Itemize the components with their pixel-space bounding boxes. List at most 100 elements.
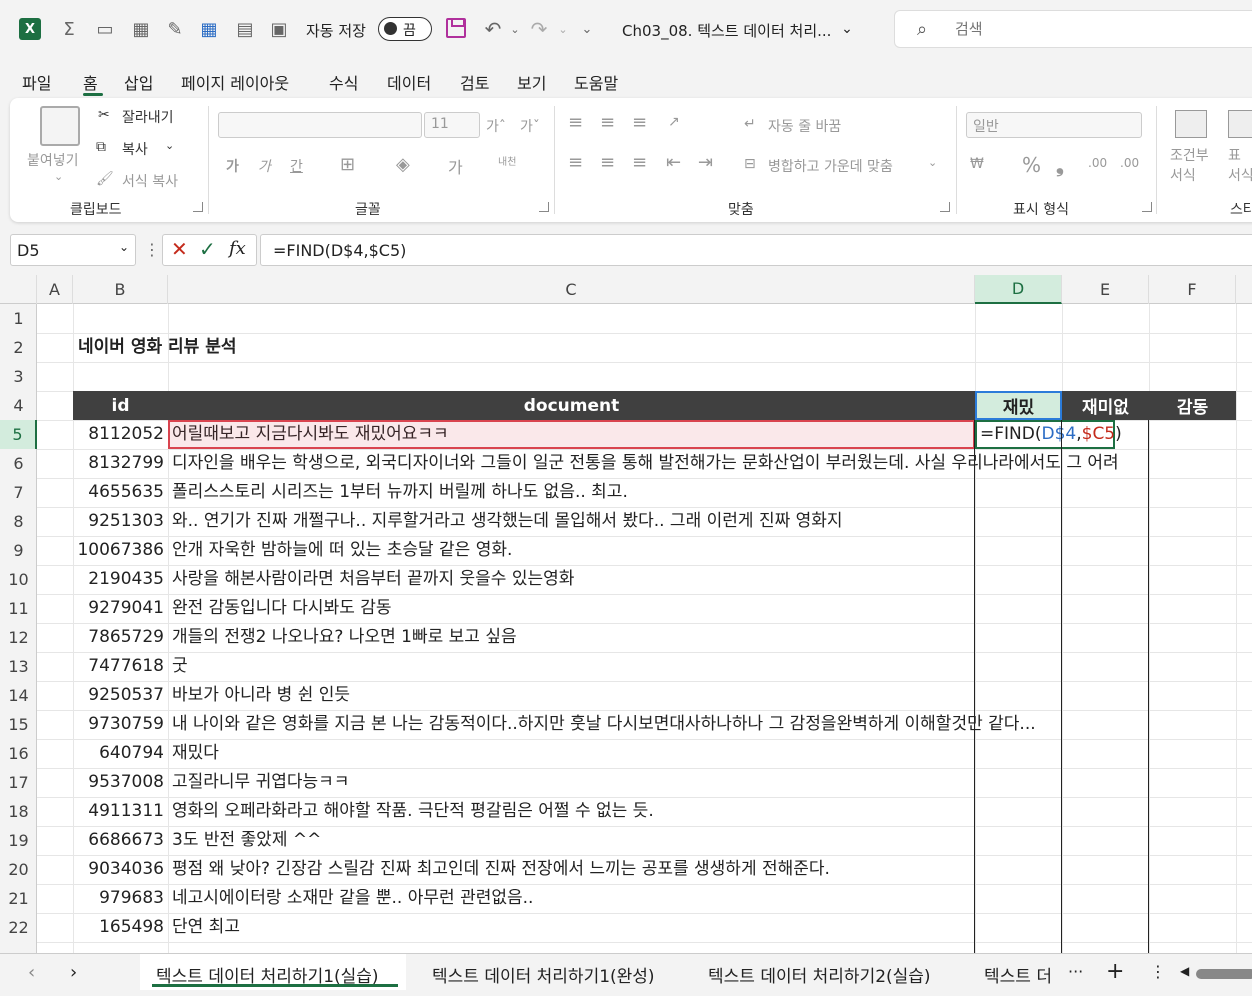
copy-label[interactable]: 복사 [122, 139, 148, 159]
table-icon[interactable]: ▦ [198, 18, 220, 40]
merge-label[interactable]: 병합하고 가운데 맞춤 [768, 156, 893, 176]
autosum-icon[interactable]: Σ [58, 18, 80, 40]
header-touching[interactable]: 감동 [1149, 391, 1236, 420]
row-header[interactable]: 7 [0, 478, 37, 507]
cell-id[interactable]: 640794 [73, 739, 164, 768]
font-launcher-icon[interactable] [539, 202, 549, 212]
cell-id[interactable]: 9251303 [73, 507, 164, 536]
row-header[interactable]: 19 [0, 826, 37, 855]
row-header[interactable]: 22 [0, 913, 37, 942]
row-header[interactable]: 15 [0, 710, 37, 739]
italic-button[interactable]: 가 [258, 156, 271, 176]
header-not-fun[interactable]: 재미없 [1062, 391, 1149, 420]
column-header-b[interactable]: B [73, 275, 168, 304]
fill-color-icon[interactable]: ◈ [396, 154, 410, 175]
prev-sheet-icon[interactable]: ‹ [28, 962, 35, 983]
cell-id[interactable]: 8112052 [73, 420, 164, 449]
cell-id[interactable]: 4655635 [73, 478, 164, 507]
row-header[interactable]: 20 [0, 855, 37, 884]
alignment-launcher-icon[interactable] [940, 202, 950, 212]
grid-icon[interactable]: ▤ [234, 18, 256, 40]
cell-id[interactable]: 10067386 [73, 536, 164, 565]
row-header[interactable]: 5 [0, 420, 37, 449]
formula-icon[interactable]: ▭ [94, 18, 116, 40]
formula-input[interactable]: =FIND(D$4,$C5) [260, 234, 1252, 266]
cell-document[interactable]: 고질라니무 귀엽다능ㅋㅋ [172, 768, 349, 797]
cancel-icon[interactable]: ✕ [171, 237, 188, 261]
cut-label[interactable]: 잘라내기 [122, 107, 174, 127]
cell-document[interactable]: 내 나이와 같은 영화를 지금 본 나는 감동적이다..하지만 훗날 다시보면대… [172, 710, 1036, 739]
cell-document[interactable]: 네고시에이터랑 소재만 같을 뿐.. 아무런 관련없음.. [172, 884, 533, 913]
comma-style-icon[interactable]: ❟ [1056, 153, 1064, 177]
cut-icon[interactable]: ✂ [98, 107, 110, 123]
row-header[interactable]: 6 [0, 449, 37, 478]
active-cell-editor[interactable]: =FIND(D$4,$C5) [975, 420, 1122, 449]
paste-label[interactable]: 붙여넣기 [27, 150, 79, 170]
cell-id[interactable]: 9730759 [73, 710, 164, 739]
number-launcher-icon[interactable] [1142, 202, 1152, 212]
cell-document[interactable]: 완전 감동입니다 다시봐도 감동 [172, 594, 392, 623]
number-format-select[interactable]: 일반 [966, 112, 1142, 138]
tab-page-layout[interactable]: 페이지 레이아웃 [181, 70, 289, 94]
conditional-format-icon[interactable] [1175, 110, 1207, 138]
header-fun[interactable]: 재밌 [975, 391, 1062, 420]
merge-dropdown-icon[interactable]: ⌄ [928, 156, 937, 169]
cell-document[interactable]: 개들의 전쟁2 나오나요? 나오면 1빠로 보고 싶음 [172, 623, 517, 652]
row-header[interactable]: 10 [0, 565, 37, 594]
column-header-f[interactable]: F [1149, 275, 1236, 304]
tab-view[interactable]: 보기 [517, 70, 546, 94]
redo-icon[interactable]: ↷ [528, 17, 550, 41]
column-header-e[interactable]: E [1062, 275, 1149, 304]
format-as-table-label[interactable]: 표 서식 [1228, 146, 1252, 186]
cell-id[interactable]: 9279041 [73, 594, 164, 623]
clipboard-launcher-icon[interactable] [193, 202, 203, 212]
cell-id[interactable]: 9034036 [73, 855, 164, 884]
row-header[interactable]: 9 [0, 536, 37, 565]
percent-icon[interactable]: % [1022, 153, 1041, 177]
cell-document[interactable]: 폴리스스토리 시리즈는 1부터 뉴까지 버릴께 하나도 없음.. 최고. [172, 478, 628, 507]
row-header[interactable]: 3 [0, 362, 37, 391]
add-sheet-icon[interactable]: + [1106, 959, 1124, 984]
search-box[interactable]: ⌕ [894, 10, 1252, 48]
row-header[interactable]: 21 [0, 884, 37, 913]
tab-data[interactable]: 데이터 [387, 70, 431, 94]
undo-icon[interactable]: ↶ [482, 17, 504, 41]
phonetic-icon[interactable]: 내천 [498, 153, 516, 168]
more-sheets-icon[interactable]: ··· [1068, 962, 1083, 981]
row-header[interactable]: 2 [0, 333, 37, 362]
wrap-text-icon[interactable]: ↵ [744, 116, 756, 132]
row-header[interactable]: 17 [0, 768, 37, 797]
cell-id[interactable]: 979683 [73, 884, 164, 913]
cell-id[interactable]: 9537008 [73, 768, 164, 797]
underline-button[interactable]: 간 [290, 156, 303, 176]
row-header[interactable]: 1 [0, 304, 37, 333]
sheet-tab-4[interactable]: 텍스트 더 [984, 962, 1052, 987]
font-color-icon[interactable]: 가 [448, 154, 463, 178]
font-name-select[interactable] [218, 112, 422, 138]
column-header-d[interactable]: D [975, 275, 1062, 304]
cell-document[interactable]: 평점 왜 낮아? 긴장감 스릴감 진짜 최고인데 진짜 전장에서 느끼는 공포를… [172, 855, 830, 884]
cell-id[interactable]: 9250537 [73, 681, 164, 710]
edit-icon[interactable]: ✎ [164, 18, 186, 40]
cell-document[interactable]: 영화의 오페라화라고 해야할 작품. 극단적 평갈림은 어쩔 수 없는 듯. [172, 797, 654, 826]
name-box[interactable]: D5 ⌄ [10, 234, 136, 266]
increase-indent-icon[interactable]: ⇥ [698, 152, 713, 173]
sheet-title[interactable]: 네이버 영화 리뷰 분석 [78, 333, 237, 362]
scroll-left-icon[interactable]: ◀ [1180, 964, 1189, 978]
paste-dropdown-icon[interactable]: ⌄ [54, 170, 63, 183]
sheet-tab-3[interactable]: 텍스트 데이터 처리하기2(실습) [708, 962, 931, 987]
wrap-text-label[interactable]: 자동 줄 바꿈 [768, 116, 841, 136]
number-icon[interactable]: ▦ [130, 18, 152, 40]
cell-id[interactable]: 6686673 [73, 826, 164, 855]
select-all-corner[interactable] [0, 275, 37, 304]
cell-document[interactable]: 안개 자욱한 밤하늘에 떠 있는 초승달 같은 영화. [172, 536, 512, 565]
cell-id[interactable]: 165498 [73, 913, 164, 942]
conditional-format-label[interactable]: 조건부 서식 [1170, 146, 1209, 186]
cell-document[interactable]: 굿 [172, 652, 188, 681]
currency-icon[interactable]: ₩ [970, 156, 984, 172]
tab-formulas[interactable]: 수식 [329, 70, 358, 94]
insert-function-icon[interactable]: fx [229, 238, 246, 259]
row-header[interactable]: 13 [0, 652, 37, 681]
autosave-toggle[interactable]: 끔 [378, 17, 432, 41]
horizontal-scrollbar[interactable] [1196, 969, 1252, 979]
